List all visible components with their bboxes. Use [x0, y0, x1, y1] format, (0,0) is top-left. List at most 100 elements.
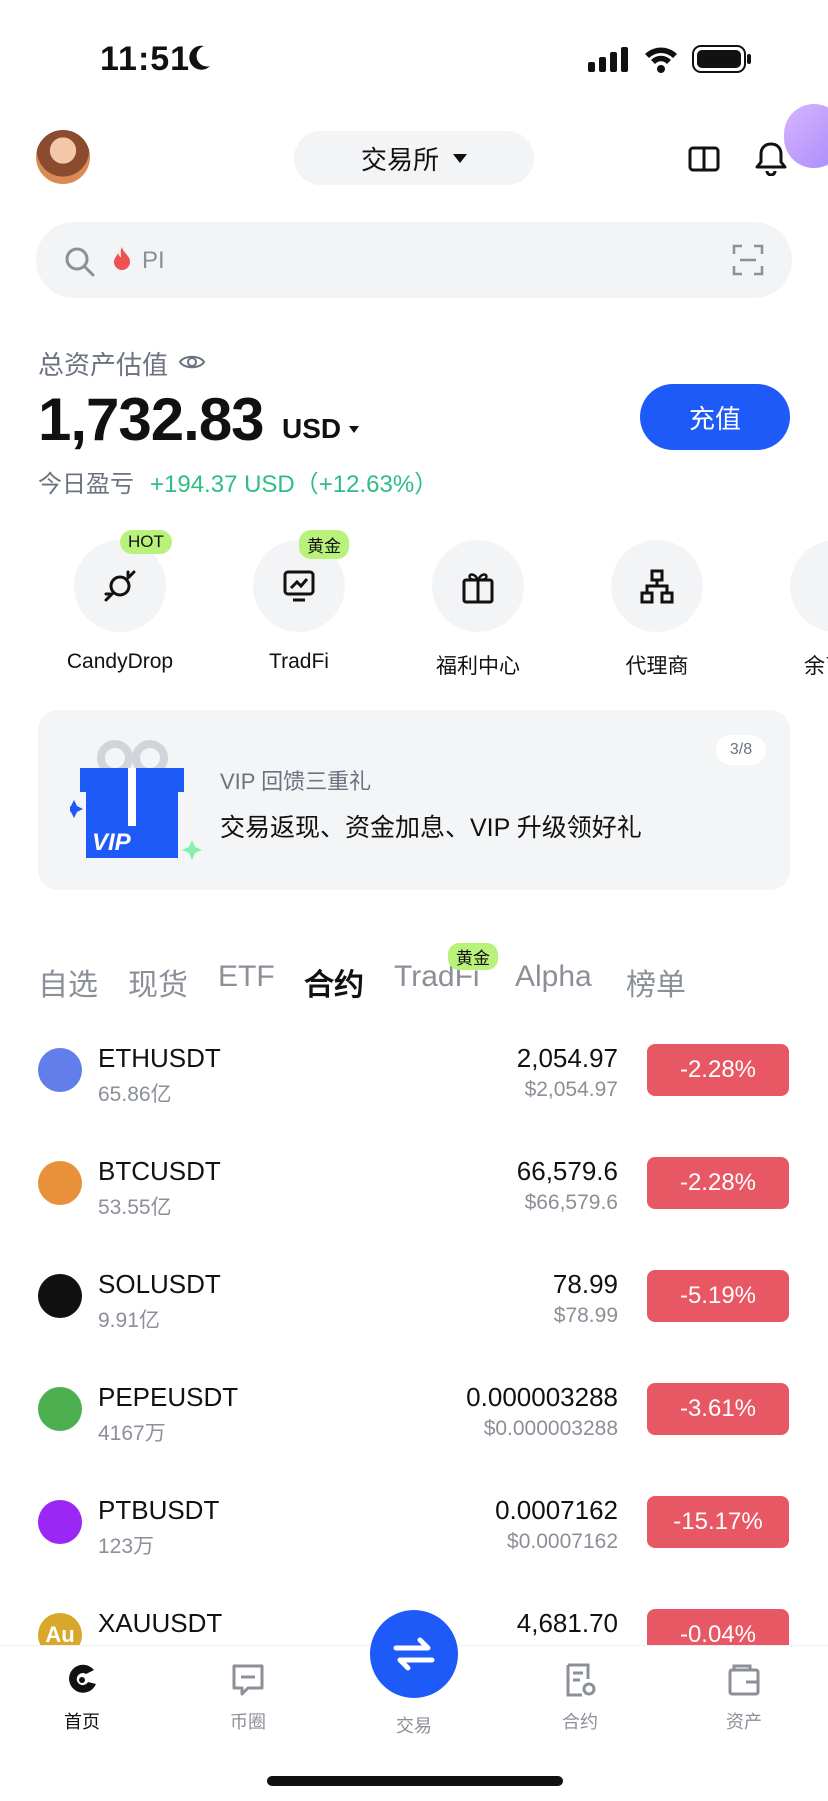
- tab-etf[interactable]: ETF: [218, 960, 275, 994]
- nav-label: 首页: [64, 1712, 100, 1732]
- hot-badge: HOT: [120, 530, 172, 554]
- nav-label: 币圈: [230, 1712, 266, 1732]
- change-badge[interactable]: -15.17%: [647, 1496, 789, 1548]
- market-price: 78.99: [552, 1269, 618, 1299]
- candy-icon: HOT: [74, 530, 172, 632]
- tab-rankings[interactable]: 榜单: [626, 960, 686, 1004]
- market-price-usd: $78.99: [553, 1304, 618, 1327]
- market-price: 4,681.70: [516, 1608, 618, 1638]
- market-price: 0.0007162: [495, 1495, 618, 1525]
- caret-down-icon: [349, 425, 360, 433]
- chat-square-icon: [230, 1662, 266, 1698]
- market-symbol: SOLUSDT: [98, 1269, 221, 1299]
- gold-badge: 黄金: [299, 530, 349, 559]
- avatar[interactable]: [36, 130, 90, 184]
- shortcut-label: CandyDrop: [66, 650, 174, 673]
- market-price-usd: $66,579.6: [524, 1191, 618, 1214]
- gift-icon: [432, 540, 524, 632]
- tab-alpha[interactable]: Alpha: [515, 960, 592, 994]
- market-volume: 4167万: [98, 1422, 166, 1445]
- status-time: 11:51: [100, 40, 191, 78]
- exchange-selector[interactable]: 交易所: [294, 131, 534, 185]
- org-chart-icon: [611, 540, 703, 632]
- split-view-icon[interactable]: [688, 144, 722, 176]
- nav-trade[interactable]: 交易: [364, 1712, 464, 1738]
- pnl-label: 今日盈亏: [38, 471, 134, 498]
- shortcut-label: 福利中心: [436, 655, 520, 678]
- contract-doc-icon: [562, 1662, 598, 1698]
- market-price: 0.000003288: [466, 1382, 618, 1412]
- market-price: 66,579.6: [516, 1156, 618, 1186]
- pnl-value: +194.37 USD（+12.63%）: [150, 471, 439, 498]
- market-symbol: ETHUSDT: [98, 1043, 221, 1073]
- change-badge[interactable]: -5.19%: [647, 1270, 789, 1322]
- change-badge[interactable]: -3.61%: [647, 1383, 789, 1435]
- nav-home[interactable]: 首页: [32, 1662, 132, 1734]
- exchange-label: 交易所: [360, 144, 439, 175]
- market-price: 2,054.97: [516, 1043, 618, 1073]
- battery-icon: [692, 44, 752, 79]
- change-badge[interactable]: -2.28%: [647, 1044, 789, 1096]
- home-indicator: [267, 1776, 563, 1786]
- market-symbol: PEPEUSDT: [98, 1382, 239, 1412]
- nav-label: 交易: [396, 1716, 432, 1736]
- wallet-icon: [726, 1662, 762, 1698]
- change-badge[interactable]: -2.28%: [647, 1157, 789, 1209]
- moon-icon: [186, 44, 212, 77]
- shortcut-savings[interactable]: 余币: [746, 540, 828, 680]
- market-symbol: BTCUSDT: [98, 1156, 221, 1186]
- nav-label: 合约: [562, 1712, 598, 1732]
- total-assets-text: 总资产估值: [38, 350, 169, 380]
- cellular-signal-icon: [588, 46, 632, 79]
- swap-arrows-icon: [393, 1637, 435, 1671]
- gift-box-icon: VIP: [65, 740, 210, 875]
- market-price-usd: $0.000003288: [483, 1417, 618, 1440]
- nav-futures[interactable]: 合约: [530, 1662, 630, 1734]
- shortcut-candydrop[interactable]: HOT CandyDrop: [30, 530, 210, 674]
- tab-gold-badge: 黄金: [448, 943, 498, 970]
- shortcut-label: 代理商: [625, 655, 689, 678]
- tab-futures[interactable]: 合约: [304, 960, 364, 1004]
- home-logo-icon: [64, 1662, 100, 1698]
- btc-icon: [38, 1161, 82, 1205]
- shortcut-tradfi[interactable]: 黄金 TradFi: [209, 530, 389, 674]
- assistant-bubble-icon[interactable]: [784, 104, 828, 168]
- market-volume: 123万: [98, 1535, 155, 1558]
- nav-label: 资产: [726, 1712, 762, 1732]
- market-volume: 65.86亿: [98, 1083, 172, 1106]
- market-price-usd: $0.0007162: [507, 1530, 618, 1553]
- chart-monitor-icon: 黄金: [253, 530, 349, 632]
- eth-icon: [38, 1048, 82, 1092]
- market-volume: 9.91亿: [98, 1309, 160, 1332]
- bell-icon[interactable]: [754, 140, 788, 177]
- banner-pagination: 3/8: [716, 735, 766, 765]
- pepe-icon: [38, 1387, 82, 1431]
- trade-button[interactable]: [370, 1610, 458, 1698]
- nav-assets[interactable]: 资产: [694, 1662, 794, 1734]
- total-assets-label: 总资产估值: [38, 345, 206, 382]
- shortcut-welfare[interactable]: 福利中心: [388, 540, 568, 680]
- chevron-down-icon: [453, 153, 467, 163]
- currency-selector[interactable]: USD: [282, 413, 360, 445]
- banner-title: 交易返现、资金加息、VIP 升级领好礼: [220, 814, 642, 842]
- deposit-button[interactable]: 充值: [640, 384, 790, 450]
- market-symbol: PTBUSDT: [98, 1495, 220, 1525]
- search-icon: [64, 246, 96, 283]
- shortcut-label: 余币: [804, 655, 828, 678]
- market-symbol: XAUUSDT: [98, 1608, 223, 1638]
- savings-icon: [790, 540, 828, 632]
- scan-icon[interactable]: [732, 244, 764, 281]
- tab-watchlist[interactable]: 自选: [38, 960, 98, 1004]
- wifi-icon: [642, 44, 680, 79]
- search-input[interactable]: PI: [142, 247, 165, 275]
- gift-box-text: VIP: [92, 829, 132, 856]
- eye-icon[interactable]: [178, 348, 206, 379]
- banner-subtitle: VIP 回馈三重礼: [220, 769, 372, 794]
- sol-icon: [38, 1274, 82, 1318]
- total-assets-value: 1,732.83: [38, 386, 265, 453]
- nav-community[interactable]: 币圈: [198, 1662, 298, 1734]
- shortcut-agent[interactable]: 代理商: [567, 540, 747, 680]
- tab-spot[interactable]: 现货: [128, 960, 188, 1004]
- fire-icon: [112, 246, 132, 279]
- market-price-usd: $2,054.97: [524, 1078, 618, 1101]
